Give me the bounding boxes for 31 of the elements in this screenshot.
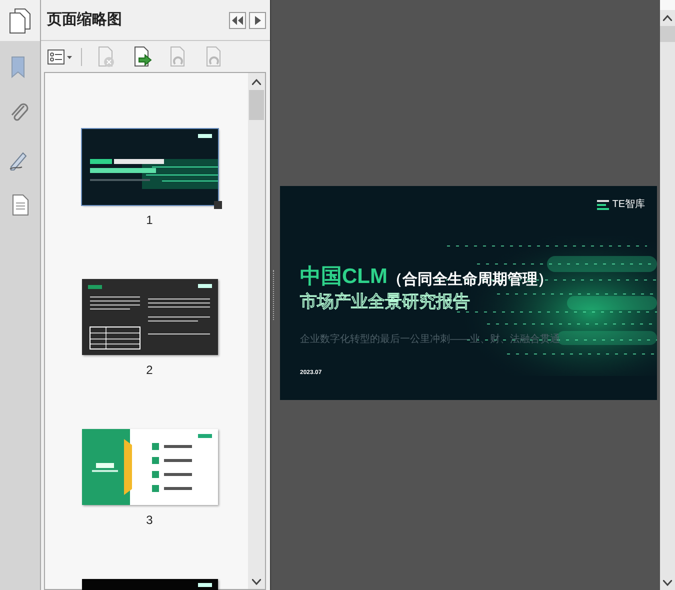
report-title: 市场产业全景研究报告 (300, 291, 471, 312)
pages-icon[interactable] (9, 8, 31, 34)
title-text: 中国CLM (300, 266, 388, 287)
logo-text: TE智库 (612, 198, 645, 212)
scrollbar[interactable] (248, 73, 265, 589)
scrollbar-end (660, 0, 675, 10)
scroll-down-icon[interactable] (663, 580, 672, 586)
scroll-down-icon[interactable] (252, 579, 261, 585)
page-thumbnail[interactable] (82, 429, 218, 505)
subtitle-text: 企业数字化转型的最后一公里冲刺——业、财、法融合贯通 (300, 332, 561, 348)
scrollbar[interactable] (660, 0, 675, 590)
scroll-up-icon[interactable] (663, 15, 672, 21)
page-number: 1 (146, 212, 153, 229)
scroll-up-icon[interactable] (252, 78, 261, 84)
panel-title: 页面缩略图 (47, 10, 123, 30)
page-thumbnail[interactable] (82, 129, 218, 205)
page-thumbnail[interactable] (82, 279, 218, 355)
scroll-thumb[interactable] (249, 90, 264, 120)
view-box-handle[interactable] (214, 201, 222, 209)
logo-icon (597, 200, 610, 210)
splitter-handle[interactable] (272, 270, 274, 320)
page-number: 3 (146, 512, 153, 529)
double-left-arrow-icon (232, 16, 243, 24)
right-arrow-icon (254, 16, 260, 24)
options-tool-button[interactable] (47, 48, 82, 66)
scroll-thumb[interactable] (660, 26, 675, 42)
collapse-left-button[interactable] (229, 12, 246, 28)
title-subtext: （合同全生命周期管理） (388, 272, 552, 287)
page-number: 2 (146, 362, 153, 379)
expand-right-button[interactable] (249, 12, 266, 28)
page-thumbnail[interactable] (82, 579, 218, 590)
